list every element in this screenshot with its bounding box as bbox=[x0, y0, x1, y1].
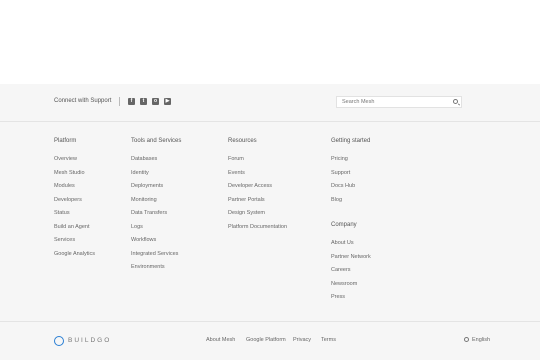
instagram-icon[interactable]: o bbox=[152, 98, 159, 105]
footer-link[interactable]: Forum bbox=[228, 156, 287, 170]
page-content-area bbox=[0, 0, 540, 84]
legal-link-platform[interactable]: Google Platform bbox=[246, 337, 286, 343]
footer-link[interactable]: Deployments bbox=[131, 183, 181, 197]
footer-link[interactable]: Newsroom bbox=[331, 281, 371, 295]
footer-column-getting-started: Getting started Pricing Support Docs Hub… bbox=[331, 138, 370, 210]
connect-support-link[interactable]: Connect with Support bbox=[54, 98, 111, 104]
footer-link[interactable]: Status bbox=[54, 210, 95, 224]
footer-link[interactable]: Developer Access bbox=[228, 183, 287, 197]
footer-link[interactable]: Partner Network bbox=[331, 254, 371, 268]
footer-link[interactable]: Overview bbox=[54, 156, 95, 170]
footer-link[interactable]: Pricing bbox=[331, 156, 370, 170]
column-title: Platform bbox=[54, 138, 77, 144]
footer-link[interactable]: Workflows bbox=[131, 237, 181, 251]
search-icon[interactable] bbox=[453, 99, 458, 104]
footer-link[interactable]: Environments bbox=[131, 264, 181, 278]
column-title: Resources bbox=[228, 138, 257, 144]
footer-link[interactable]: Developers bbox=[54, 197, 95, 211]
logo-mark-icon bbox=[54, 336, 64, 346]
footer-link[interactable]: Support bbox=[331, 170, 370, 184]
footer-link[interactable]: Press bbox=[331, 294, 371, 308]
footer-link[interactable]: Modules bbox=[54, 183, 95, 197]
footer-link[interactable]: Design System bbox=[228, 210, 287, 224]
legal-link-terms[interactable]: Terms bbox=[321, 337, 336, 343]
footer-column-resources: Resources Forum Events Developer Access … bbox=[228, 138, 287, 237]
footer-link[interactable]: Platform Documentation bbox=[228, 224, 287, 238]
footer-link[interactable]: Integrated Services bbox=[131, 251, 181, 265]
twitter-icon[interactable]: t bbox=[140, 98, 147, 105]
footer-divider bbox=[0, 321, 540, 322]
footer-link[interactable]: Databases bbox=[131, 156, 181, 170]
legal-link-privacy[interactable]: Privacy bbox=[293, 337, 311, 343]
footer-top-bar: Connect with Support f t o ▶ Search Mesh bbox=[0, 84, 540, 122]
footer-link[interactable]: Blog bbox=[331, 197, 370, 211]
footer-link[interactable]: About Us bbox=[331, 240, 371, 254]
footer-column-tools: Tools and Services Databases Identity De… bbox=[131, 138, 181, 278]
search-placeholder: Search Mesh bbox=[342, 99, 375, 105]
brand-logo[interactable]: BUILDGO bbox=[54, 336, 114, 348]
logo-text: BUILDGO bbox=[68, 337, 112, 344]
youtube-icon[interactable]: ▶ bbox=[164, 98, 171, 105]
footer-link[interactable]: Careers bbox=[331, 267, 371, 281]
legal-link-about[interactable]: About Mesh bbox=[206, 337, 235, 343]
language-label: English bbox=[472, 337, 491, 343]
column-title: Company bbox=[331, 222, 357, 228]
footer-link[interactable]: Build an Agent bbox=[54, 224, 95, 238]
column-title: Tools and Services bbox=[131, 138, 182, 144]
divider bbox=[119, 97, 120, 106]
footer-link[interactable]: Identity bbox=[131, 170, 181, 184]
facebook-icon[interactable]: f bbox=[128, 98, 135, 105]
footer-link[interactable]: Docs Hub bbox=[331, 183, 370, 197]
language-selector[interactable]: English bbox=[464, 337, 490, 343]
globe-icon bbox=[464, 337, 469, 342]
footer-link[interactable]: Mesh Studio bbox=[54, 170, 95, 184]
footer-column-company: Company About Us Partner Network Careers… bbox=[331, 222, 371, 308]
footer-column-platform: Platform Overview Mesh Studio Modules De… bbox=[54, 138, 95, 264]
site-footer: Connect with Support f t o ▶ Search Mesh… bbox=[0, 84, 540, 360]
footer-link[interactable]: Logs bbox=[131, 224, 181, 238]
column-title: Getting started bbox=[331, 138, 371, 144]
search-input[interactable]: Search Mesh bbox=[336, 96, 462, 108]
footer-link[interactable]: Services bbox=[54, 237, 95, 251]
footer-link[interactable]: Events bbox=[228, 170, 287, 184]
footer-link[interactable]: Data Transfers bbox=[131, 210, 181, 224]
footer-link[interactable]: Monitoring bbox=[131, 197, 181, 211]
footer-link[interactable]: Google Analytics bbox=[54, 251, 95, 265]
footer-link[interactable]: Partner Portals bbox=[228, 197, 287, 211]
